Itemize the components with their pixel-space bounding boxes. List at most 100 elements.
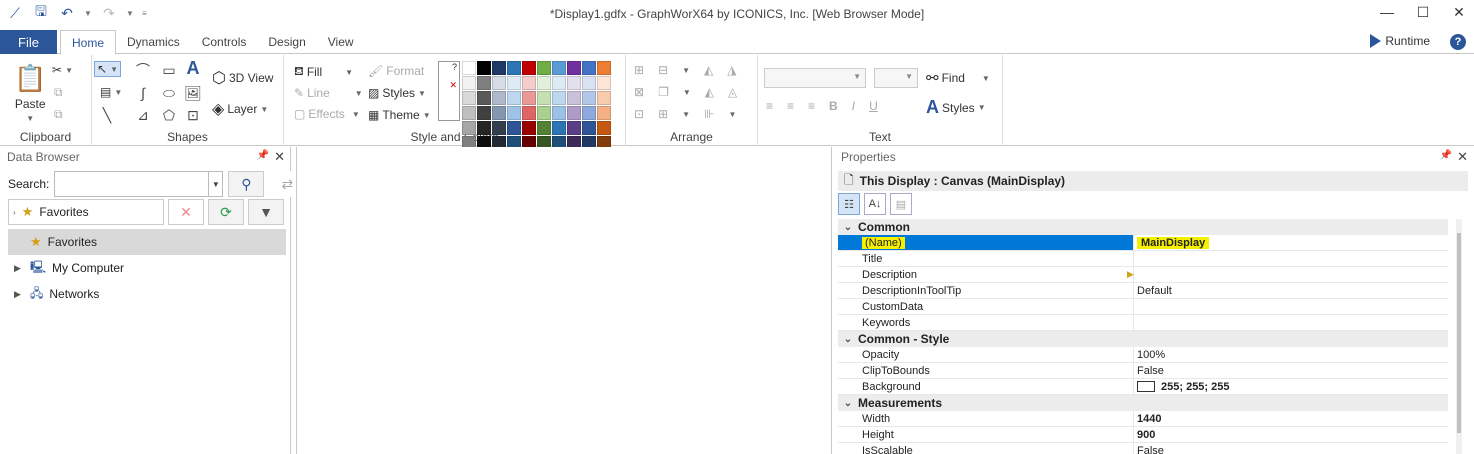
tab-dynamics[interactable]: Dynamics [116,30,191,54]
property-value-cell[interactable]: 255; 255; 255 [1134,379,1448,394]
palette-swatch[interactable] [567,76,581,90]
property-value-cell[interactable]: ▶ [1127,267,1448,282]
refresh-button[interactable]: ⟳ [208,199,244,225]
curve-icon[interactable]: ∫ [134,85,152,101]
polyline-icon[interactable]: ⊿ [134,107,152,123]
categorized-icon[interactable]: ☷ [838,193,860,215]
styles-button[interactable]: ▨ Styles ▼ [368,86,426,100]
palette-swatch[interactable] [462,91,476,105]
favorites-combo[interactable]: › ★ Favorites [8,199,164,225]
close-panel-icon[interactable]: ✕ [274,149,285,165]
align-right-icon[interactable]: ≡ [808,99,815,113]
search-button[interactable]: ⚲ [228,171,265,197]
color-swatch[interactable] [1137,381,1155,392]
tree-item-networks[interactable]: ▶ 🖧 Networks [8,281,286,307]
expand-icon[interactable]: ▶ [14,289,24,300]
copy-button[interactable]: ⧉ [54,85,63,100]
property-value-cell[interactable] [1134,299,1448,314]
theme-button[interactable]: ▦ Theme ▼ [368,108,431,122]
palette-swatch[interactable] [492,76,506,90]
palette-swatch[interactable] [552,106,566,120]
property-value-cell[interactable]: MainDisplay [1134,235,1448,250]
palette-swatch[interactable] [492,121,506,135]
property-row[interactable]: Width 1440 [838,411,1448,427]
format-button[interactable]: 🖌 Format [368,64,424,78]
image-tool[interactable]: ▤ ▼ [100,85,122,99]
color-picker-preview[interactable]: ? ✕ [438,61,460,121]
align-icon[interactable]: ⊟ [658,63,668,77]
copy-format-button[interactable]: ⧉ [54,107,63,122]
property-category[interactable]: ⌄ Common [838,219,1448,235]
line-icon[interactable]: ╲ [98,107,116,123]
tree-item-favorites[interactable]: ★ Favorites [8,229,286,255]
palette-swatch[interactable] [522,76,536,90]
palette-swatch[interactable] [582,76,596,90]
property-value-cell[interactable]: Default [1134,283,1448,298]
palette-swatch[interactable] [522,106,536,120]
align-center-icon[interactable]: ≡ [787,99,794,113]
property-row[interactable]: Background 255; 255; 255 [838,379,1448,395]
maximize-icon[interactable]: ☐ [1416,4,1430,21]
palette-swatch[interactable] [537,106,551,120]
palette-swatch[interactable] [462,106,476,120]
pipe-icon[interactable]: ⊡ [184,107,202,123]
palette-swatch[interactable] [507,106,521,120]
effects-button[interactable]: ▢ Effects ▼ [294,107,360,121]
order-icon[interactable]: ❐ [658,85,669,99]
distribute-icon[interactable]: ⊞ [658,107,668,121]
palette-swatch[interactable] [537,76,551,90]
palette-swatch[interactable] [597,121,611,135]
bold-button[interactable]: B [829,99,838,113]
text-styles-button[interactable]: A Styles ▼ [926,97,986,118]
palette-swatch[interactable] [597,91,611,105]
fill-button[interactable]: ⛾ Fill ▼ [294,64,353,80]
palette-swatch[interactable] [522,121,536,135]
property-row[interactable]: Opacity 100% [838,347,1448,363]
property-value-cell[interactable] [1134,315,1448,330]
palette-swatch[interactable] [552,121,566,135]
search-dropdown-icon[interactable]: ▼ [209,171,224,197]
layer-button[interactable]: ◈ Layer ▼ [212,99,268,119]
underline-button[interactable]: U [869,99,878,113]
rectangle-icon[interactable]: ▭ [160,62,178,78]
font-family-combo[interactable]: ▼ [764,68,866,88]
palette-swatch[interactable] [597,61,611,75]
palette-swatch[interactable] [597,76,611,90]
text-icon[interactable]: A [184,58,202,78]
property-pages-icon[interactable]: ▤ [890,193,912,215]
property-value-cell[interactable] [1134,251,1448,266]
palette-swatch[interactable] [552,61,566,75]
property-value-cell[interactable]: False [1134,363,1448,378]
property-row[interactable]: Title [838,251,1448,267]
tab-view[interactable]: View [317,30,365,54]
palette-swatch[interactable] [552,76,566,90]
palette-swatch[interactable] [582,121,596,135]
tab-file[interactable]: File [0,30,57,54]
rotate-icon[interactable]: ◭ [705,85,714,99]
palette-swatch[interactable] [462,61,476,75]
palette-swatch[interactable] [537,91,551,105]
align-left-icon[interactable]: ≡ [766,99,773,113]
close-panel-icon[interactable]: ✕ [1457,149,1468,165]
palette-swatch[interactable] [507,121,521,135]
collapse-icon[interactable]: ⌄ [838,222,858,233]
polygon-icon[interactable]: ⬠ [160,107,178,123]
arc-icon[interactable]: ⌒ [134,62,152,78]
cut-button[interactable]: ✂ ▼ [52,63,73,77]
pin-icon[interactable]: 📌 [1440,150,1452,161]
collapse-icon[interactable]: ⌄ [838,398,858,409]
palette-swatch[interactable] [462,121,476,135]
group-icon[interactable]: ⊞ [634,63,644,77]
italic-button[interactable]: I [852,99,855,113]
palette-swatch[interactable] [597,106,611,120]
palette-swatch[interactable] [522,91,536,105]
collapse-icon[interactable]: ⌄ [838,334,858,345]
property-value-cell[interactable]: 100% [1134,347,1448,362]
palette-swatch[interactable] [492,106,506,120]
font-size-combo[interactable]: ▼ [874,68,918,88]
tab-design[interactable]: Design [257,30,316,54]
property-row[interactable]: DescriptionInToolTip Default [838,283,1448,299]
palette-swatch[interactable] [552,91,566,105]
palette-swatch[interactable] [567,91,581,105]
tab-controls[interactable]: Controls [191,30,258,54]
